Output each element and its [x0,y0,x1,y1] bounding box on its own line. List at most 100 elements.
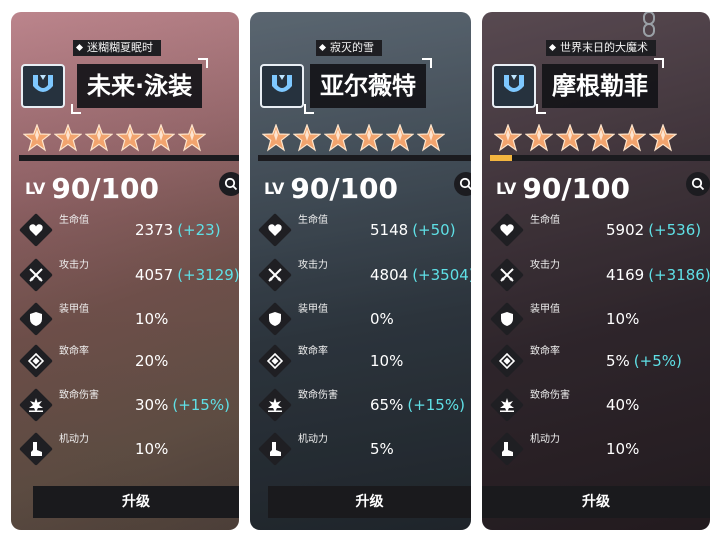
stat-bonus: (+3186) [648,266,710,284]
stat-value-group: 4169 (+3186) [606,266,710,284]
character-title-tag: 世界末日的大魔术 [546,40,656,56]
stat-row: 致命率 10% [258,344,471,378]
stat-value-group: 5148 (+50) [370,221,456,239]
stat-value: 65% [370,396,404,414]
stat-value: 5148 [370,221,409,239]
character-name: 亚尔薇特 [304,58,432,114]
stat-row: 致命伤害 65% (+15%) [258,388,471,422]
stat-value: 0% [370,310,394,328]
stat-value-group: 30% (+15%) [135,396,230,414]
stat-value-group: 65% (+15%) [370,396,465,414]
stat-label: 生命值 [530,215,560,226]
stat-label: 装甲值 [298,304,328,315]
crit-rate-icon [19,344,53,378]
stat-bonus: (+3504) [412,266,471,284]
stat-row: 攻击力 4804 (+3504) [258,258,471,292]
xp-fill [490,155,512,161]
stat-value: 5% [370,440,394,458]
star-icon [649,124,677,152]
stat-bonus: (+536) [648,221,702,239]
stat-label: 装甲值 [59,304,89,315]
stat-value-group: 4057 (+3129) [135,266,239,284]
shield-icon [490,302,524,336]
star-rating [494,124,677,152]
crossed-swords-icon [490,258,524,292]
character-name: 未来·泳装 [71,58,209,114]
stat-value: 10% [606,310,640,328]
stat-row: 致命伤害 30% (+15%) [19,388,239,422]
upgrade-button[interactable]: 升级 [482,486,710,518]
character-card-3: 世界末日的大魔术 摩根勒菲 LV 90/100 生命值 5902 (+536) 攻击力 4… [482,12,710,530]
magnifier-icon [691,177,705,191]
stat-row: 致命伤害 40% [490,388,710,422]
stat-value: 10% [135,310,169,328]
shield-icon [258,302,292,336]
xp-bar [490,155,710,161]
stat-value: 4057 [135,266,174,284]
stat-value: 5% [606,352,630,370]
stat-value: 4804 [370,266,409,284]
stat-row: 装甲值 10% [490,302,710,336]
star-icon [85,124,113,152]
level-value: 90/100 [522,172,631,205]
boot-icon [258,432,292,466]
star-icon [618,124,646,152]
stat-value-group: 5% [370,440,394,458]
xp-bar [258,155,471,161]
stat-label: 致命率 [530,346,560,357]
stat-row: 机动力 5% [258,432,471,466]
stat-value-group: 40% [606,396,639,414]
stat-value: 2373 [135,221,174,239]
character-title-tag: 迷糊糊夏眠时 [73,40,161,56]
character-name-text: 亚尔薇特 [320,72,416,100]
zoom-button[interactable] [686,172,710,196]
stat-row: 装甲值 0% [258,302,471,336]
stat-value-group: 5902 (+536) [606,221,701,239]
stat-label: 攻击力 [298,260,328,271]
stat-value-group: 10% [606,310,639,328]
explosion-icon [19,388,53,422]
level-value: 90/100 [51,172,160,205]
bracket-corner [422,58,432,68]
star-icon [147,124,175,152]
stat-row: 生命值 5902 (+536) [490,213,710,247]
upgrade-button[interactable]: 升级 [268,486,471,518]
stat-value-group: 20% [135,352,168,370]
stat-label: 机动力 [59,434,89,445]
star-icon [525,124,553,152]
zoom-button[interactable] [219,172,239,196]
stat-value: 40% [606,396,640,414]
stat-label: 攻击力 [530,260,560,271]
bracket-corner [304,104,314,114]
star-icon [293,124,321,152]
level-prefix: LV [25,179,46,198]
character-name-text: 未来·泳装 [87,72,193,100]
crit-rate-icon [258,344,292,378]
star-icon [417,124,445,152]
crossed-swords-icon [258,258,292,292]
chain-decoration-icon [643,12,655,37]
boot-icon [19,432,53,466]
stat-row: 装甲值 10% [19,302,239,336]
character-card-1: 迷糊糊夏眠时 未来·泳装 LV 90/100 生命值 2373 (+23) 攻击力 405… [11,12,239,530]
stat-value-group: 10% [370,352,403,370]
stat-value: 20% [135,352,169,370]
stat-label: 致命率 [59,346,89,357]
stat-value-group: 10% [135,440,168,458]
stat-label: 生命值 [59,215,89,226]
stat-bonus: (+23) [177,221,221,239]
level-prefix: LV [496,179,517,198]
upgrade-button[interactable]: 升级 [33,486,239,518]
star-rating [23,124,206,152]
stat-label: 机动力 [298,434,328,445]
stat-row: 机动力 10% [490,432,710,466]
stat-row: 攻击力 4057 (+3129) [19,258,239,292]
class-crest-icon [33,75,53,92]
zoom-button[interactable] [454,172,471,196]
star-icon [587,124,615,152]
bracket-corner [536,104,546,114]
stat-label: 生命值 [298,215,328,226]
level-display: LV 90/100 [264,172,398,205]
stat-label: 装甲值 [530,304,560,315]
character-class-badge [492,64,536,108]
